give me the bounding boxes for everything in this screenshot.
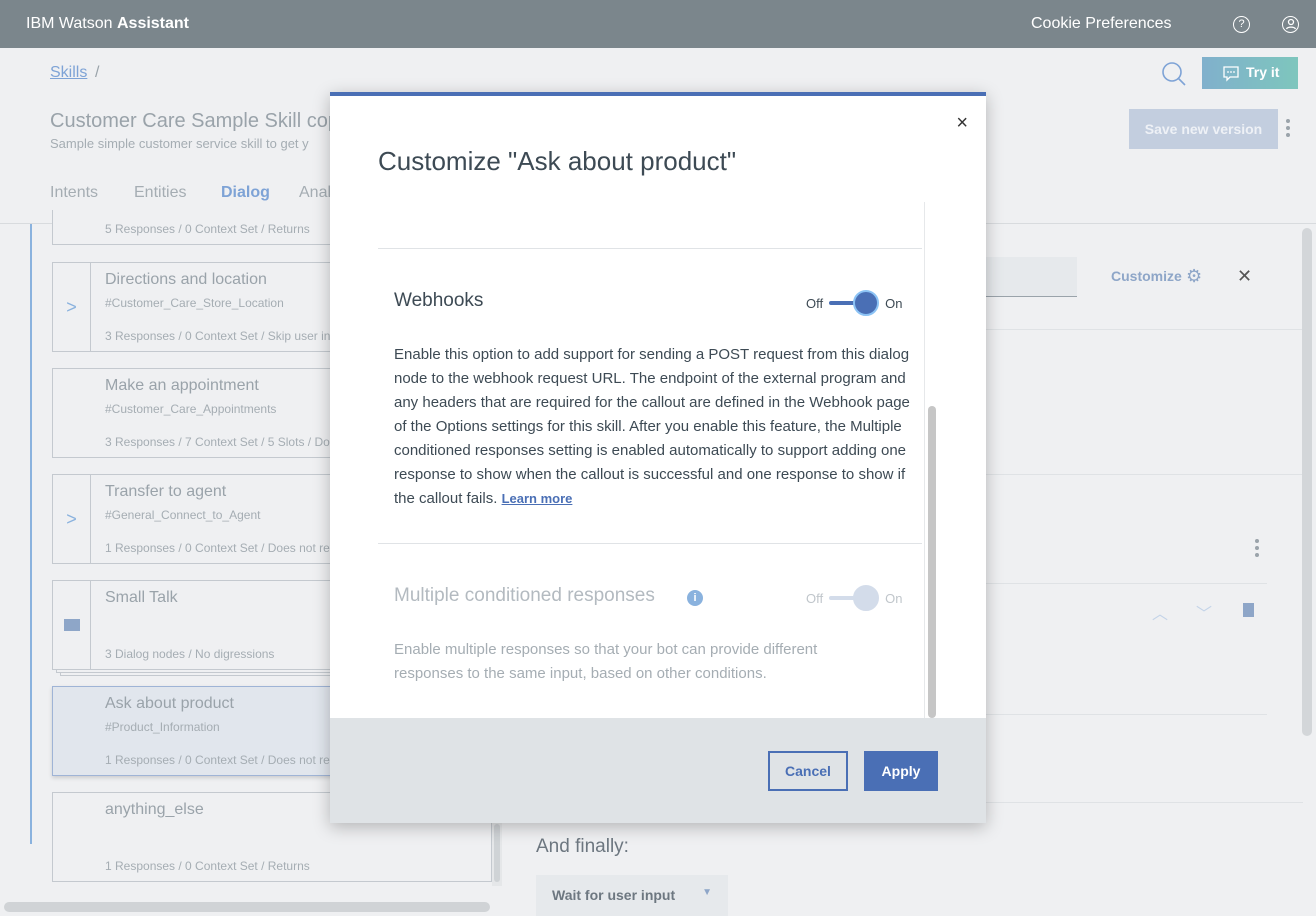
node-meta: 3 Responses / 7 Context Set / 5 Slots / … <box>105 435 330 449</box>
skill-subtitle: Sample simple customer service skill to … <box>50 136 309 151</box>
toggle-on-label: On <box>885 590 903 606</box>
tree-line <box>30 224 32 844</box>
node-meta: 3 Dialog nodes / No digressions <box>105 647 275 661</box>
cookie-preferences-link[interactable]: Cookie Preferences <box>1031 15 1172 33</box>
webhooks-title: Webhooks <box>394 290 484 311</box>
user-icon[interactable] <box>1282 16 1299 33</box>
modal-scrollbar[interactable] <box>924 202 938 718</box>
chevron-right-icon[interactable]: > <box>53 475 91 563</box>
multiple-responses-description: Enable multiple responses so that your b… <box>394 641 818 682</box>
node-meta: 1 Responses / 0 Context Set / Does not r… <box>105 753 334 767</box>
folder-icon <box>53 581 91 669</box>
node-name: Ask about product <box>105 695 234 712</box>
tab-entities[interactable]: Entities <box>134 184 186 202</box>
breadcrumb-skills[interactable]: Skills <box>50 64 87 82</box>
toggle-switch[interactable] <box>829 290 880 316</box>
webhooks-toggle[interactable]: Off On <box>806 290 902 316</box>
page-scrollbar[interactable] <box>1302 228 1312 736</box>
toggle-on-label: On <box>885 295 903 311</box>
node-name: Directions and location <box>105 271 267 288</box>
multiple-responses-toggle[interactable]: Off On <box>806 585 902 611</box>
modal-footer: Cancel Apply <box>330 718 986 823</box>
node-meta: 1 Responses / 0 Context Set / Returns <box>105 859 310 873</box>
skill-title: Customer Care Sample Skill cop <box>50 110 339 132</box>
breadcrumb-separator: / <box>95 64 100 81</box>
node-condition: #General_Connect_to_Agent <box>105 508 261 522</box>
info-icon[interactable]: i <box>687 590 703 606</box>
apply-button[interactable]: Apply <box>864 751 938 791</box>
search-icon[interactable] <box>1160 60 1188 88</box>
close-panel-icon[interactable]: ✕ <box>1237 266 1252 287</box>
learn-more-link[interactable]: Learn more <box>502 491 573 506</box>
toggle-switch[interactable] <box>829 585 880 611</box>
node-meta: 3 Responses / 0 Context Set / Skip user … <box>105 329 331 343</box>
node-condition: #Product_Information <box>105 720 220 734</box>
tab-dialog[interactable]: Dialog <box>221 184 270 202</box>
toggle-off-label: Off <box>806 295 824 311</box>
cancel-button[interactable]: Cancel <box>768 751 848 791</box>
webhooks-description: Enable this option to add support for se… <box>394 346 910 507</box>
chat-icon <box>1223 66 1239 82</box>
try-it-button[interactable]: Try it <box>1202 57 1298 89</box>
node-condition: #Customer_Care_Store_Location <box>105 296 284 310</box>
overflow-menu-icon[interactable] <box>1286 119 1290 140</box>
tab-analytics[interactable]: Anal <box>299 184 331 202</box>
multiple-responses-title: Multiple conditioned responses <box>394 585 655 606</box>
move-up-icon[interactable]: ︿ <box>1152 600 1168 624</box>
response-menu-icon[interactable] <box>1255 539 1259 560</box>
customize-modal: × Customize "Ask about product" Webhooks… <box>330 92 986 823</box>
customize-link[interactable]: Customize <box>1111 268 1182 284</box>
and-finally-label: And finally: <box>536 836 629 857</box>
node-name: Small Talk <box>105 589 178 606</box>
chevron-right-icon[interactable]: > <box>53 263 91 351</box>
dropdown-caret-icon: ▼ <box>702 887 712 898</box>
divider <box>378 248 922 249</box>
app-title: IBM Watson Assistant <box>26 15 190 32</box>
node-condition: #Customer_Care_Appointments <box>105 402 277 416</box>
delete-icon[interactable] <box>1243 603 1254 617</box>
close-icon[interactable]: × <box>956 112 968 135</box>
try-it-label: Try it <box>1246 64 1280 80</box>
node-name: anything_else <box>105 801 204 818</box>
save-new-version-button[interactable]: Save new version <box>1129 109 1278 149</box>
help-icon[interactable]: ? <box>1233 16 1250 33</box>
gear-icon[interactable]: ⚙ <box>1186 266 1202 287</box>
divider <box>378 543 922 544</box>
move-down-icon[interactable]: ﹀ <box>1196 600 1212 624</box>
next-step-select[interactable]: Wait for user input ▼ <box>536 875 728 916</box>
toggle-off-label: Off <box>806 590 824 606</box>
node-name: Make an appointment <box>105 377 259 394</box>
top-bar: IBM Watson Assistant Cookie Preferences … <box>0 0 1316 48</box>
node-meta: 5 Responses / 0 Context Set / Returns <box>105 222 310 236</box>
tab-intents[interactable]: Intents <box>50 184 98 202</box>
node-name: Transfer to agent <box>105 483 227 500</box>
node-meta: 1 Responses / 0 Context Set / Does not r… <box>105 541 334 555</box>
modal-title: Customize "Ask about product" <box>378 146 737 176</box>
horizontal-scrollbar[interactable] <box>4 902 490 912</box>
select-value: Wait for user input <box>552 887 676 903</box>
